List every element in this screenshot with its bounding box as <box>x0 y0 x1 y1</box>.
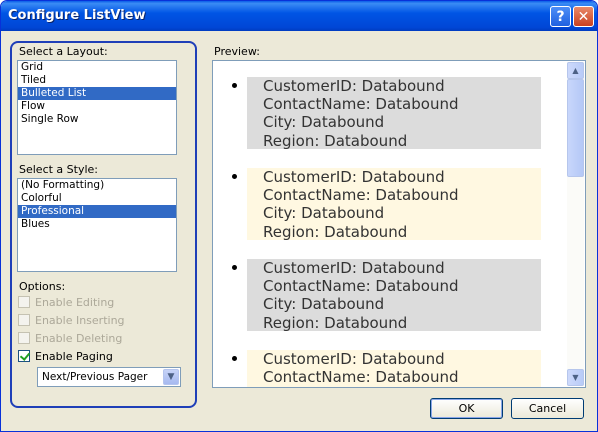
customer-id-field: CustomerID: Databound <box>263 77 445 95</box>
enable-inserting-label: Enable Inserting <box>35 313 125 327</box>
scroll-down-icon[interactable]: ▼ <box>567 369 584 386</box>
style-item-blues[interactable]: Blues <box>18 218 176 231</box>
bullet-icon <box>232 174 237 179</box>
bullet-icon <box>232 83 237 88</box>
enable-inserting-option[interactable]: Enable Inserting <box>18 313 125 327</box>
enable-paging-checkbox[interactable] <box>18 350 30 362</box>
close-button[interactable]: ✕ <box>573 6 594 27</box>
help-icon: ? <box>556 8 565 25</box>
layout-listbox[interactable]: Grid Tiled Bulleted List Flow Single Row <box>17 60 177 155</box>
preview-list-item: CustomerID: Databound ContactName: Datab… <box>232 259 557 332</box>
preview-pane: CustomerID: Databound ContactName: Datab… <box>212 60 586 388</box>
city-field: City: Databound <box>263 113 385 132</box>
contact-name-field: ContactName: Databound <box>263 277 459 296</box>
ok-button[interactable]: OK <box>430 398 503 419</box>
help-button[interactable]: ? <box>550 6 571 27</box>
cancel-button[interactable]: Cancel <box>511 398 584 419</box>
bullet-icon <box>232 356 237 361</box>
customer-id-field: CustomerID: Databound <box>263 168 445 186</box>
preview-item-box: CustomerID: Databound ContactName: Datab… <box>247 350 541 387</box>
bullet-icon <box>232 265 237 270</box>
preview-item-box: CustomerID: Databound ContactName: Datab… <box>247 168 541 241</box>
chevron-down-icon[interactable]: ▼ <box>163 369 179 385</box>
style-item-professional[interactable]: Professional <box>18 205 176 218</box>
preview-scrollbar[interactable]: ▲ ▼ <box>567 62 584 386</box>
close-icon: ✕ <box>577 8 590 25</box>
layout-item-grid[interactable]: Grid <box>18 61 176 74</box>
enable-inserting-checkbox[interactable] <box>18 314 30 326</box>
customer-id-field: CustomerID: Databound <box>263 350 445 368</box>
style-item-colorful[interactable]: Colorful <box>18 192 176 205</box>
pager-type-value: Next/Previous Pager <box>42 371 148 383</box>
region-field: Region: Databound <box>263 313 408 332</box>
layout-item-tiled[interactable]: Tiled <box>18 74 176 87</box>
enable-paging-label: Enable Paging <box>35 349 113 363</box>
preview-item-box: CustomerID: Databound ContactName: Datab… <box>247 259 541 332</box>
title-bar[interactable]: Configure ListView ? ✕ <box>1 1 597 31</box>
enable-deleting-checkbox[interactable] <box>18 332 30 344</box>
city-field: City: Databound <box>263 295 385 314</box>
enable-deleting-label: Enable Deleting <box>35 331 123 345</box>
region-field: Region: Databound <box>263 131 408 150</box>
enable-deleting-option[interactable]: Enable Deleting <box>18 331 122 345</box>
layout-item-flow[interactable]: Flow <box>18 100 176 113</box>
window-title: Configure ListView <box>8 8 146 23</box>
preview-list-item: CustomerID: Databound ContactName: Datab… <box>232 168 557 241</box>
scrollbar-thumb[interactable] <box>567 79 584 177</box>
pager-type-dropdown[interactable]: Next/Previous Pager ▼ <box>37 367 181 387</box>
preview-item-box: CustomerID: Databound ContactName: Datab… <box>247 77 541 150</box>
scroll-up-icon[interactable]: ▲ <box>567 62 584 79</box>
enable-paging-option[interactable]: Enable Paging <box>18 349 113 363</box>
customer-id-field: CustomerID: Databound <box>263 259 445 277</box>
style-label: Select a Style: <box>19 163 99 176</box>
configure-listview-dialog: Configure ListView ? ✕ Select a Layout: … <box>0 0 598 432</box>
contact-name-field: ContactName: Databound <box>263 368 459 387</box>
layout-item-single-row[interactable]: Single Row <box>18 113 176 126</box>
enable-editing-option[interactable]: Enable Editing <box>18 295 114 309</box>
enable-editing-checkbox[interactable] <box>18 296 30 308</box>
layout-label: Select a Layout: <box>19 45 108 58</box>
enable-editing-label: Enable Editing <box>35 295 115 309</box>
region-field: Region: Databound <box>263 222 408 241</box>
contact-name-field: ContactName: Databound <box>263 186 459 205</box>
options-label: Options: <box>19 280 66 293</box>
style-item-no-formatting[interactable]: (No Formatting) <box>18 179 176 192</box>
preview-list-item: CustomerID: Databound ContactName: Datab… <box>232 350 557 387</box>
preview-list-item: CustomerID: Databound ContactName: Datab… <box>232 77 557 150</box>
layout-item-bulleted-list[interactable]: Bulleted List <box>18 87 176 100</box>
preview-label: Preview: <box>214 45 260 58</box>
style-listbox[interactable]: (No Formatting) Colorful Professional Bl… <box>17 178 177 272</box>
city-field: City: Databound <box>263 204 385 223</box>
contact-name-field: ContactName: Databound <box>263 95 459 114</box>
